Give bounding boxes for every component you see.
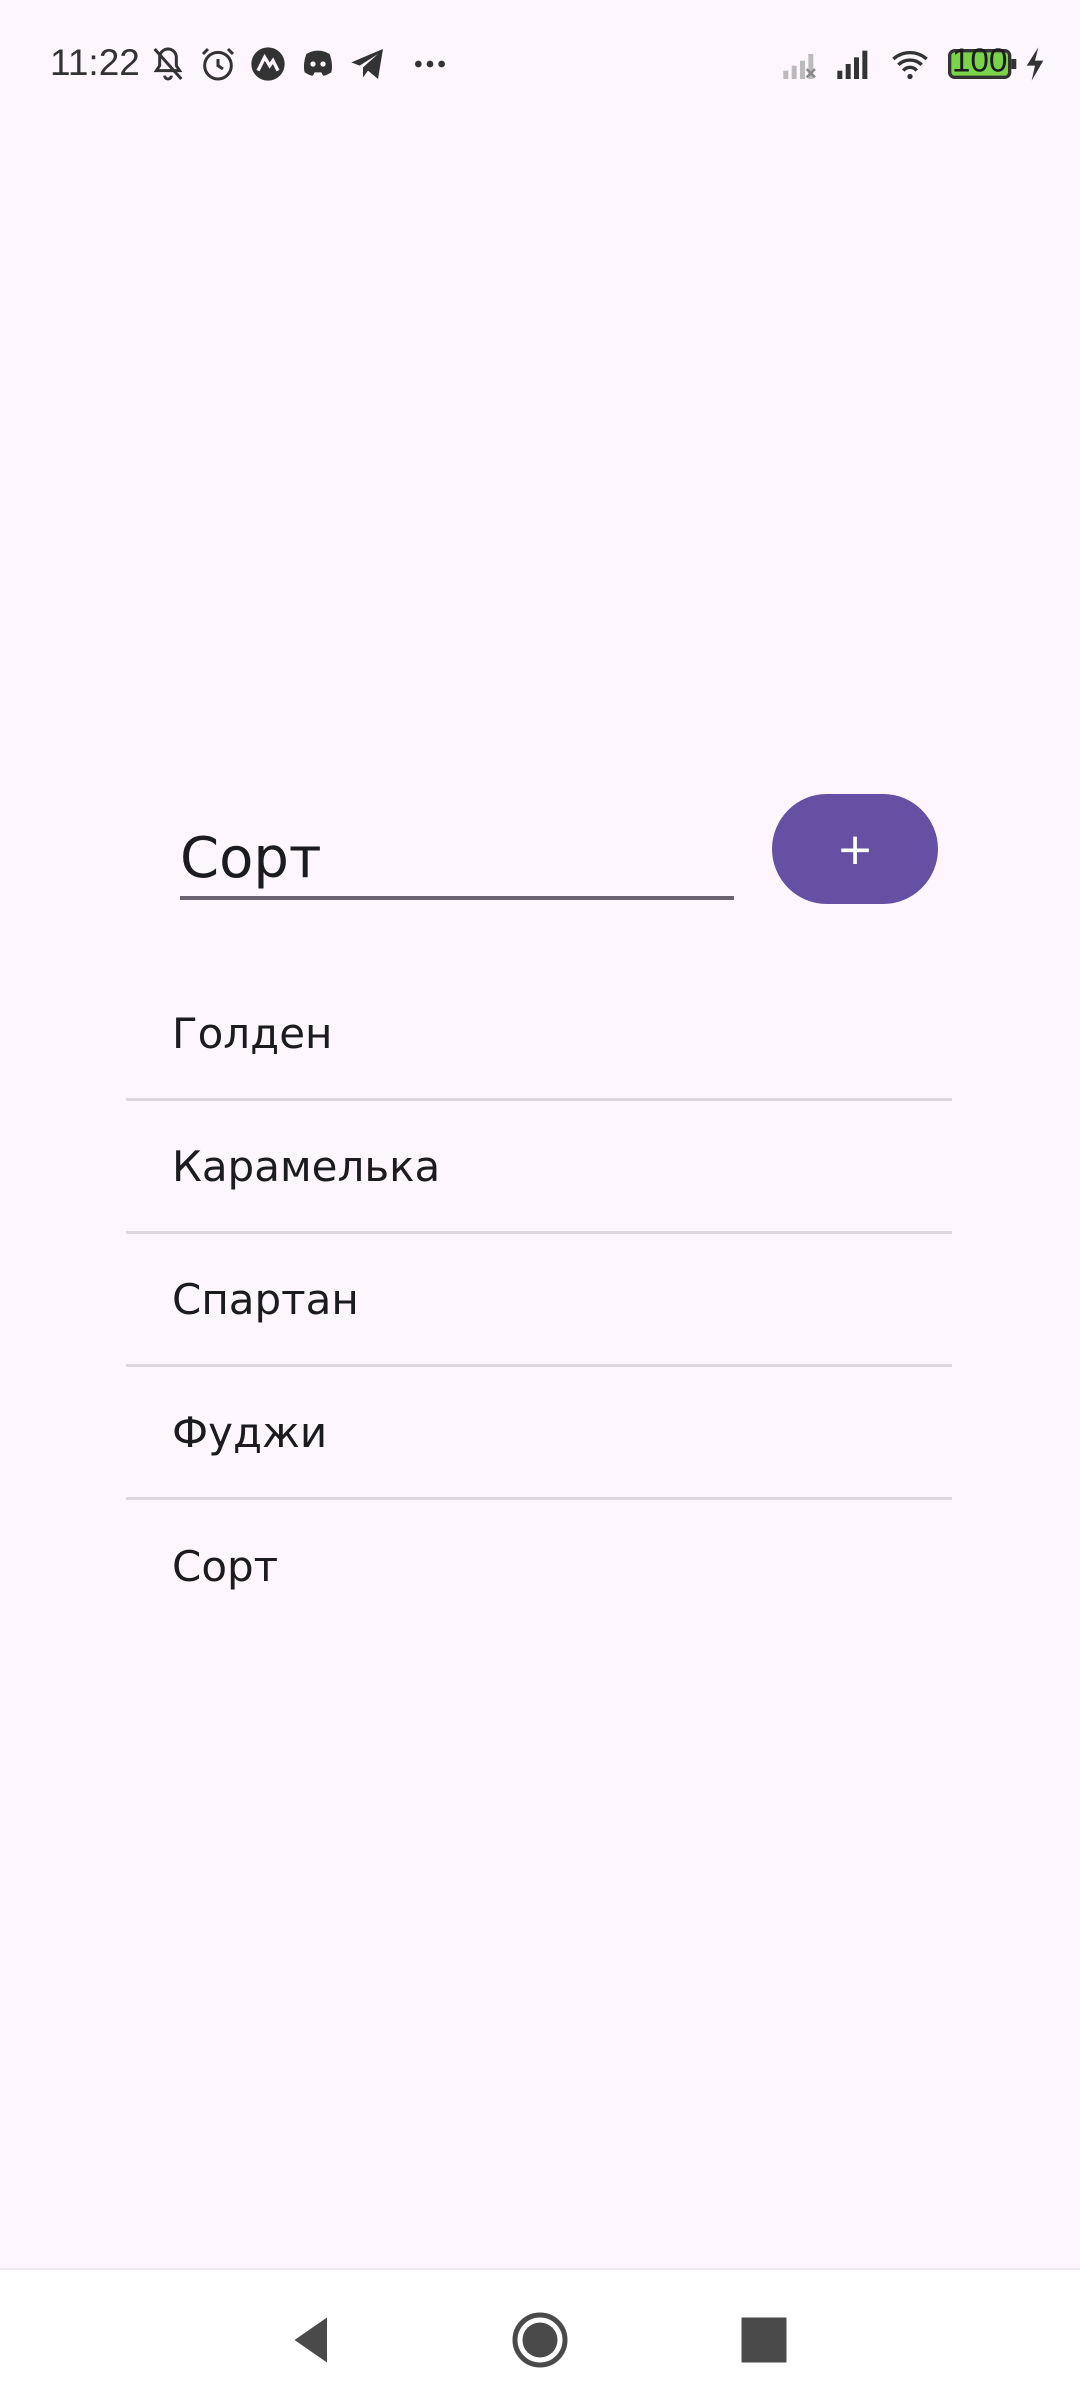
back-icon[interactable] — [282, 2310, 342, 2370]
discord-icon — [298, 44, 338, 84]
bell-off-icon — [148, 44, 188, 84]
app-icon — [248, 44, 288, 84]
list-item[interactable]: Голден — [126, 968, 952, 1101]
telegram-icon — [348, 44, 388, 84]
status-time: 11:22 — [50, 42, 140, 83]
recents-icon[interactable] — [734, 2310, 794, 2370]
list-item[interactable]: Сорт — [126, 1500, 952, 1633]
more-icon — [410, 44, 450, 84]
variety-list: Голден Карамелька Спартан Фуджи Сорт — [126, 968, 952, 1633]
variety-input[interactable] — [180, 820, 734, 900]
battery-level: 100 — [952, 44, 1008, 80]
status-bar: 11:22 100 — [0, 0, 1080, 130]
input-row: + — [0, 780, 1080, 920]
charging-icon — [1022, 44, 1048, 84]
signal-icon — [834, 44, 874, 84]
alarm-icon — [198, 44, 238, 84]
add-button[interactable]: + — [772, 794, 938, 904]
list-item[interactable]: Спартан — [126, 1234, 952, 1367]
signal-weak-icon — [780, 44, 820, 84]
wifi-icon — [890, 44, 930, 84]
battery-icon: 100 — [948, 44, 1018, 84]
list-item[interactable]: Карамелька — [126, 1101, 952, 1234]
home-icon[interactable] — [510, 2310, 570, 2370]
navigation-bar — [0, 2268, 1080, 2400]
list-item[interactable]: Фуджи — [126, 1367, 952, 1500]
